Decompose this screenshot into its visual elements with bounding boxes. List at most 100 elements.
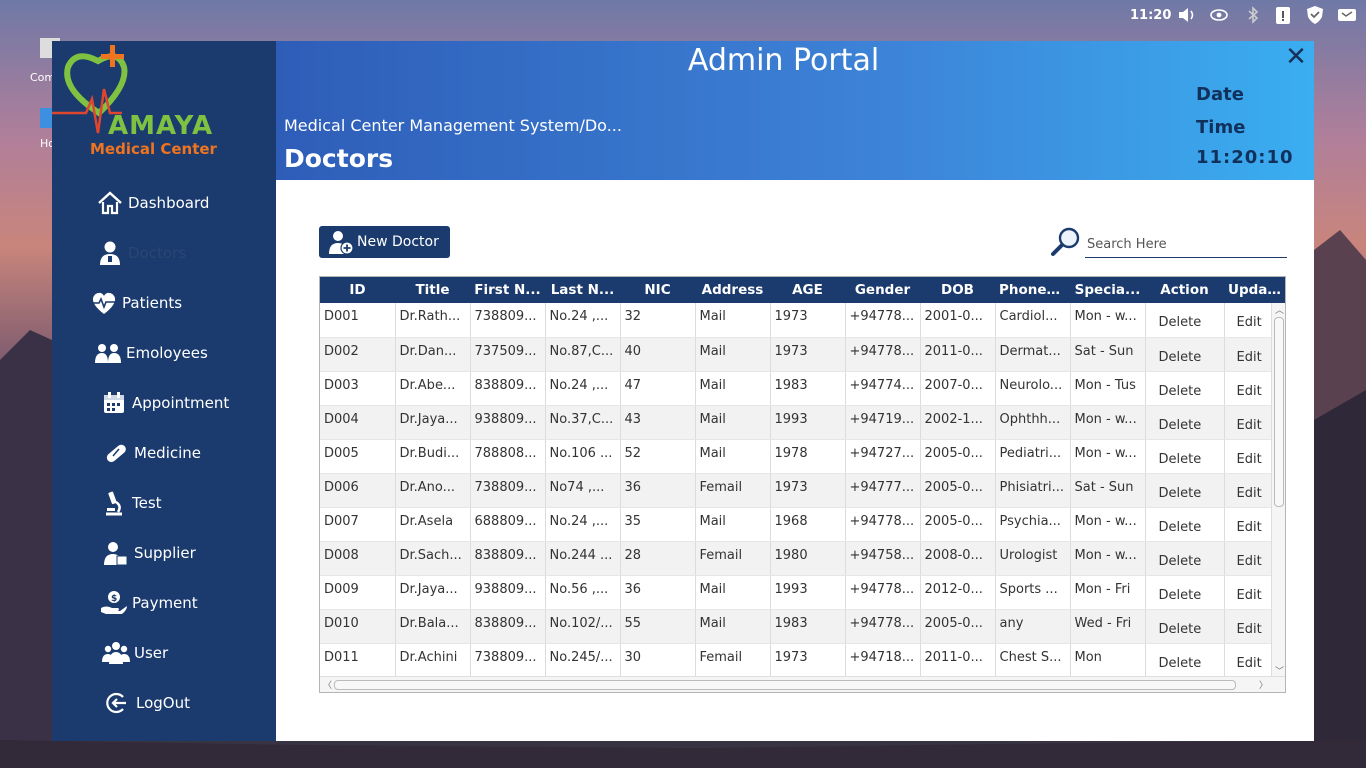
- sidebar-item-payment[interactable]: $ Payment: [100, 585, 270, 621]
- table-cell: No.24 ,...: [545, 371, 621, 406]
- scroll-up-icon[interactable]: ︿: [1275, 303, 1284, 316]
- sidebar-item-logout[interactable]: LogOut: [104, 685, 274, 721]
- bluetooth-icon[interactable]: [1242, 4, 1264, 26]
- column-header[interactable]: First N...: [470, 277, 545, 303]
- delete-button[interactable]: Delete: [1145, 473, 1225, 508]
- sidebar-item-appointment[interactable]: Appointment: [100, 385, 270, 421]
- sidebar-item-patients[interactable]: Patients: [90, 285, 260, 321]
- table-cell: 1983: [770, 371, 846, 406]
- svg-text:$: $: [111, 594, 117, 604]
- scroll-right-icon[interactable]: 〉: [1259, 678, 1268, 691]
- scroll-left-icon[interactable]: 〈: [323, 678, 332, 691]
- delete-button[interactable]: Delete: [1145, 303, 1225, 338]
- sidebar-item-label: Emoloyees: [126, 344, 208, 362]
- sidebar-item-user[interactable]: User: [102, 635, 272, 671]
- table-cell: any: [995, 609, 1071, 644]
- horizontal-scrollbar[interactable]: 〈 〉: [320, 676, 1285, 692]
- column-header[interactable]: DOB: [920, 277, 995, 303]
- table-cell: No.24 ,...: [545, 303, 621, 338]
- new-doctor-button[interactable]: New Doctor: [319, 226, 450, 258]
- time-label: Time: [1196, 117, 1246, 138]
- table-cell: 2008-0...: [920, 541, 996, 576]
- table-row[interactable]: D008 Dr.Sach... 838809... No.244 ... 28 Femai…: [320, 541, 1285, 576]
- delete-button[interactable]: Delete: [1145, 439, 1225, 474]
- table-row[interactable]: D009 Dr.Jaya... 938809... No.56 ,... 36 Mail 1…: [320, 575, 1285, 610]
- table-cell: Mon - w...: [1070, 541, 1146, 576]
- table-cell: Dr.Dan...: [395, 337, 471, 372]
- sidebar: AMAYA Medical Center Dashboard Doctors P…: [52, 41, 276, 741]
- column-header[interactable]: ID: [320, 277, 395, 303]
- delete-button[interactable]: Delete: [1145, 609, 1225, 644]
- eye-icon[interactable]: [1208, 4, 1230, 26]
- column-header[interactable]: AGE: [770, 277, 845, 303]
- table-cell: Cardiol...: [995, 303, 1071, 338]
- heart-pulse-icon: [90, 290, 118, 316]
- table-row[interactable]: D005 Dr.Budi... 788808... No.106 ... 52 Mail 1…: [320, 439, 1285, 474]
- sidebar-item-employees[interactable]: Emoloyees: [94, 335, 264, 371]
- table-row[interactable]: D003 Dr.Abe... 838809... No.24 ,... 47 Mail 19…: [320, 371, 1285, 406]
- logout-icon: [104, 690, 132, 716]
- vertical-scroll-thumb[interactable]: [1274, 317, 1284, 507]
- table-cell: Dr.Ano...: [395, 473, 471, 508]
- sidebar-item-label: User: [134, 644, 169, 662]
- sidebar-item-label: Payment: [132, 594, 198, 612]
- table-cell: Mail: [695, 609, 771, 644]
- table-cell: D005: [320, 439, 396, 474]
- sidebar-item-test[interactable]: Test: [100, 485, 270, 521]
- column-header[interactable]: Specia...: [1070, 277, 1145, 303]
- table-row[interactable]: D006 Dr.Ano... 738809... No74 ,... 36 Femail 1…: [320, 473, 1285, 508]
- employees-icon: [94, 340, 122, 366]
- delete-button[interactable]: Delete: [1145, 575, 1225, 610]
- search-input[interactable]: [1085, 232, 1287, 258]
- table-row[interactable]: D010 Dr.Bala... 838809... No.102/... 55 Mail 1…: [320, 609, 1285, 644]
- shield-icon[interactable]: [1304, 4, 1326, 26]
- column-header[interactable]: Action: [1145, 277, 1224, 303]
- table-cell: Femail: [695, 643, 771, 678]
- volume-icon[interactable]: [1176, 4, 1198, 26]
- search-icon[interactable]: [1050, 226, 1082, 258]
- column-header[interactable]: Gender: [845, 277, 920, 303]
- new-doctor-label: New Doctor: [357, 234, 439, 250]
- table-row[interactable]: D001 Dr.Rath... 738809... No.24 ,... 32 Mail 1…: [320, 303, 1285, 338]
- table-row[interactable]: D007 Dr.Asela 688809... No.24 ,... 35 Mail 196…: [320, 507, 1285, 542]
- close-button[interactable]: ✕: [1282, 43, 1310, 71]
- sidebar-item-dashboard[interactable]: Dashboard: [96, 185, 266, 221]
- calendar-icon: [100, 390, 128, 416]
- column-header[interactable]: PhoneNo: [995, 277, 1070, 303]
- table-cell: Mail: [695, 439, 771, 474]
- table-cell: No.102/...: [545, 609, 621, 644]
- table-cell: Dr.Achini: [395, 643, 471, 678]
- table-cell: 1980: [770, 541, 846, 576]
- table-cell: Dr.Asela: [395, 507, 471, 542]
- table-row[interactable]: D004 Dr.Jaya... 938809... No.37,C... 43 Mail 1…: [320, 405, 1285, 440]
- table-cell: 738809...: [470, 303, 546, 338]
- horizontal-scroll-thumb[interactable]: [334, 680, 1236, 690]
- sidebar-item-medicine[interactable]: Medicine: [102, 435, 272, 471]
- delete-button[interactable]: Delete: [1145, 405, 1225, 440]
- table-cell: Dr.Jaya...: [395, 405, 471, 440]
- sidebar-item-supplier[interactable]: Supplier: [102, 535, 272, 571]
- table-cell: +94778...: [845, 337, 921, 372]
- delete-button[interactable]: Delete: [1145, 507, 1225, 542]
- table-row[interactable]: D011 Dr.Achini 738809... No.245/... 30 Femail…: [320, 643, 1285, 678]
- sidebar-item-doctors[interactable]: Doctors: [96, 235, 266, 271]
- table-cell: 1983: [770, 609, 846, 644]
- delete-button[interactable]: Delete: [1145, 541, 1225, 576]
- keyboard-icon[interactable]: [1336, 4, 1358, 26]
- table-cell: Mon - w...: [1070, 405, 1146, 440]
- table-cell: 55: [620, 609, 696, 644]
- table-cell: 938809...: [470, 575, 546, 610]
- column-header[interactable]: Last N...: [545, 277, 620, 303]
- clipboard-alert-icon[interactable]: [1272, 4, 1294, 26]
- delete-button[interactable]: Delete: [1145, 337, 1225, 372]
- column-header[interactable]: Title: [395, 277, 470, 303]
- delete-button[interactable]: Delete: [1145, 371, 1225, 406]
- delete-button[interactable]: Delete: [1145, 643, 1225, 678]
- column-header[interactable]: NIC: [620, 277, 695, 303]
- vertical-scrollbar[interactable]: ︿ ﹀: [1271, 303, 1285, 677]
- microscope-icon: [100, 490, 128, 516]
- table-row[interactable]: D002 Dr.Dan... 737509... No.87,C... 40 Mail 19…: [320, 337, 1285, 372]
- column-header[interactable]: Update: [1224, 277, 1285, 303]
- table-cell: 838809...: [470, 541, 546, 576]
- column-header[interactable]: Address: [695, 277, 770, 303]
